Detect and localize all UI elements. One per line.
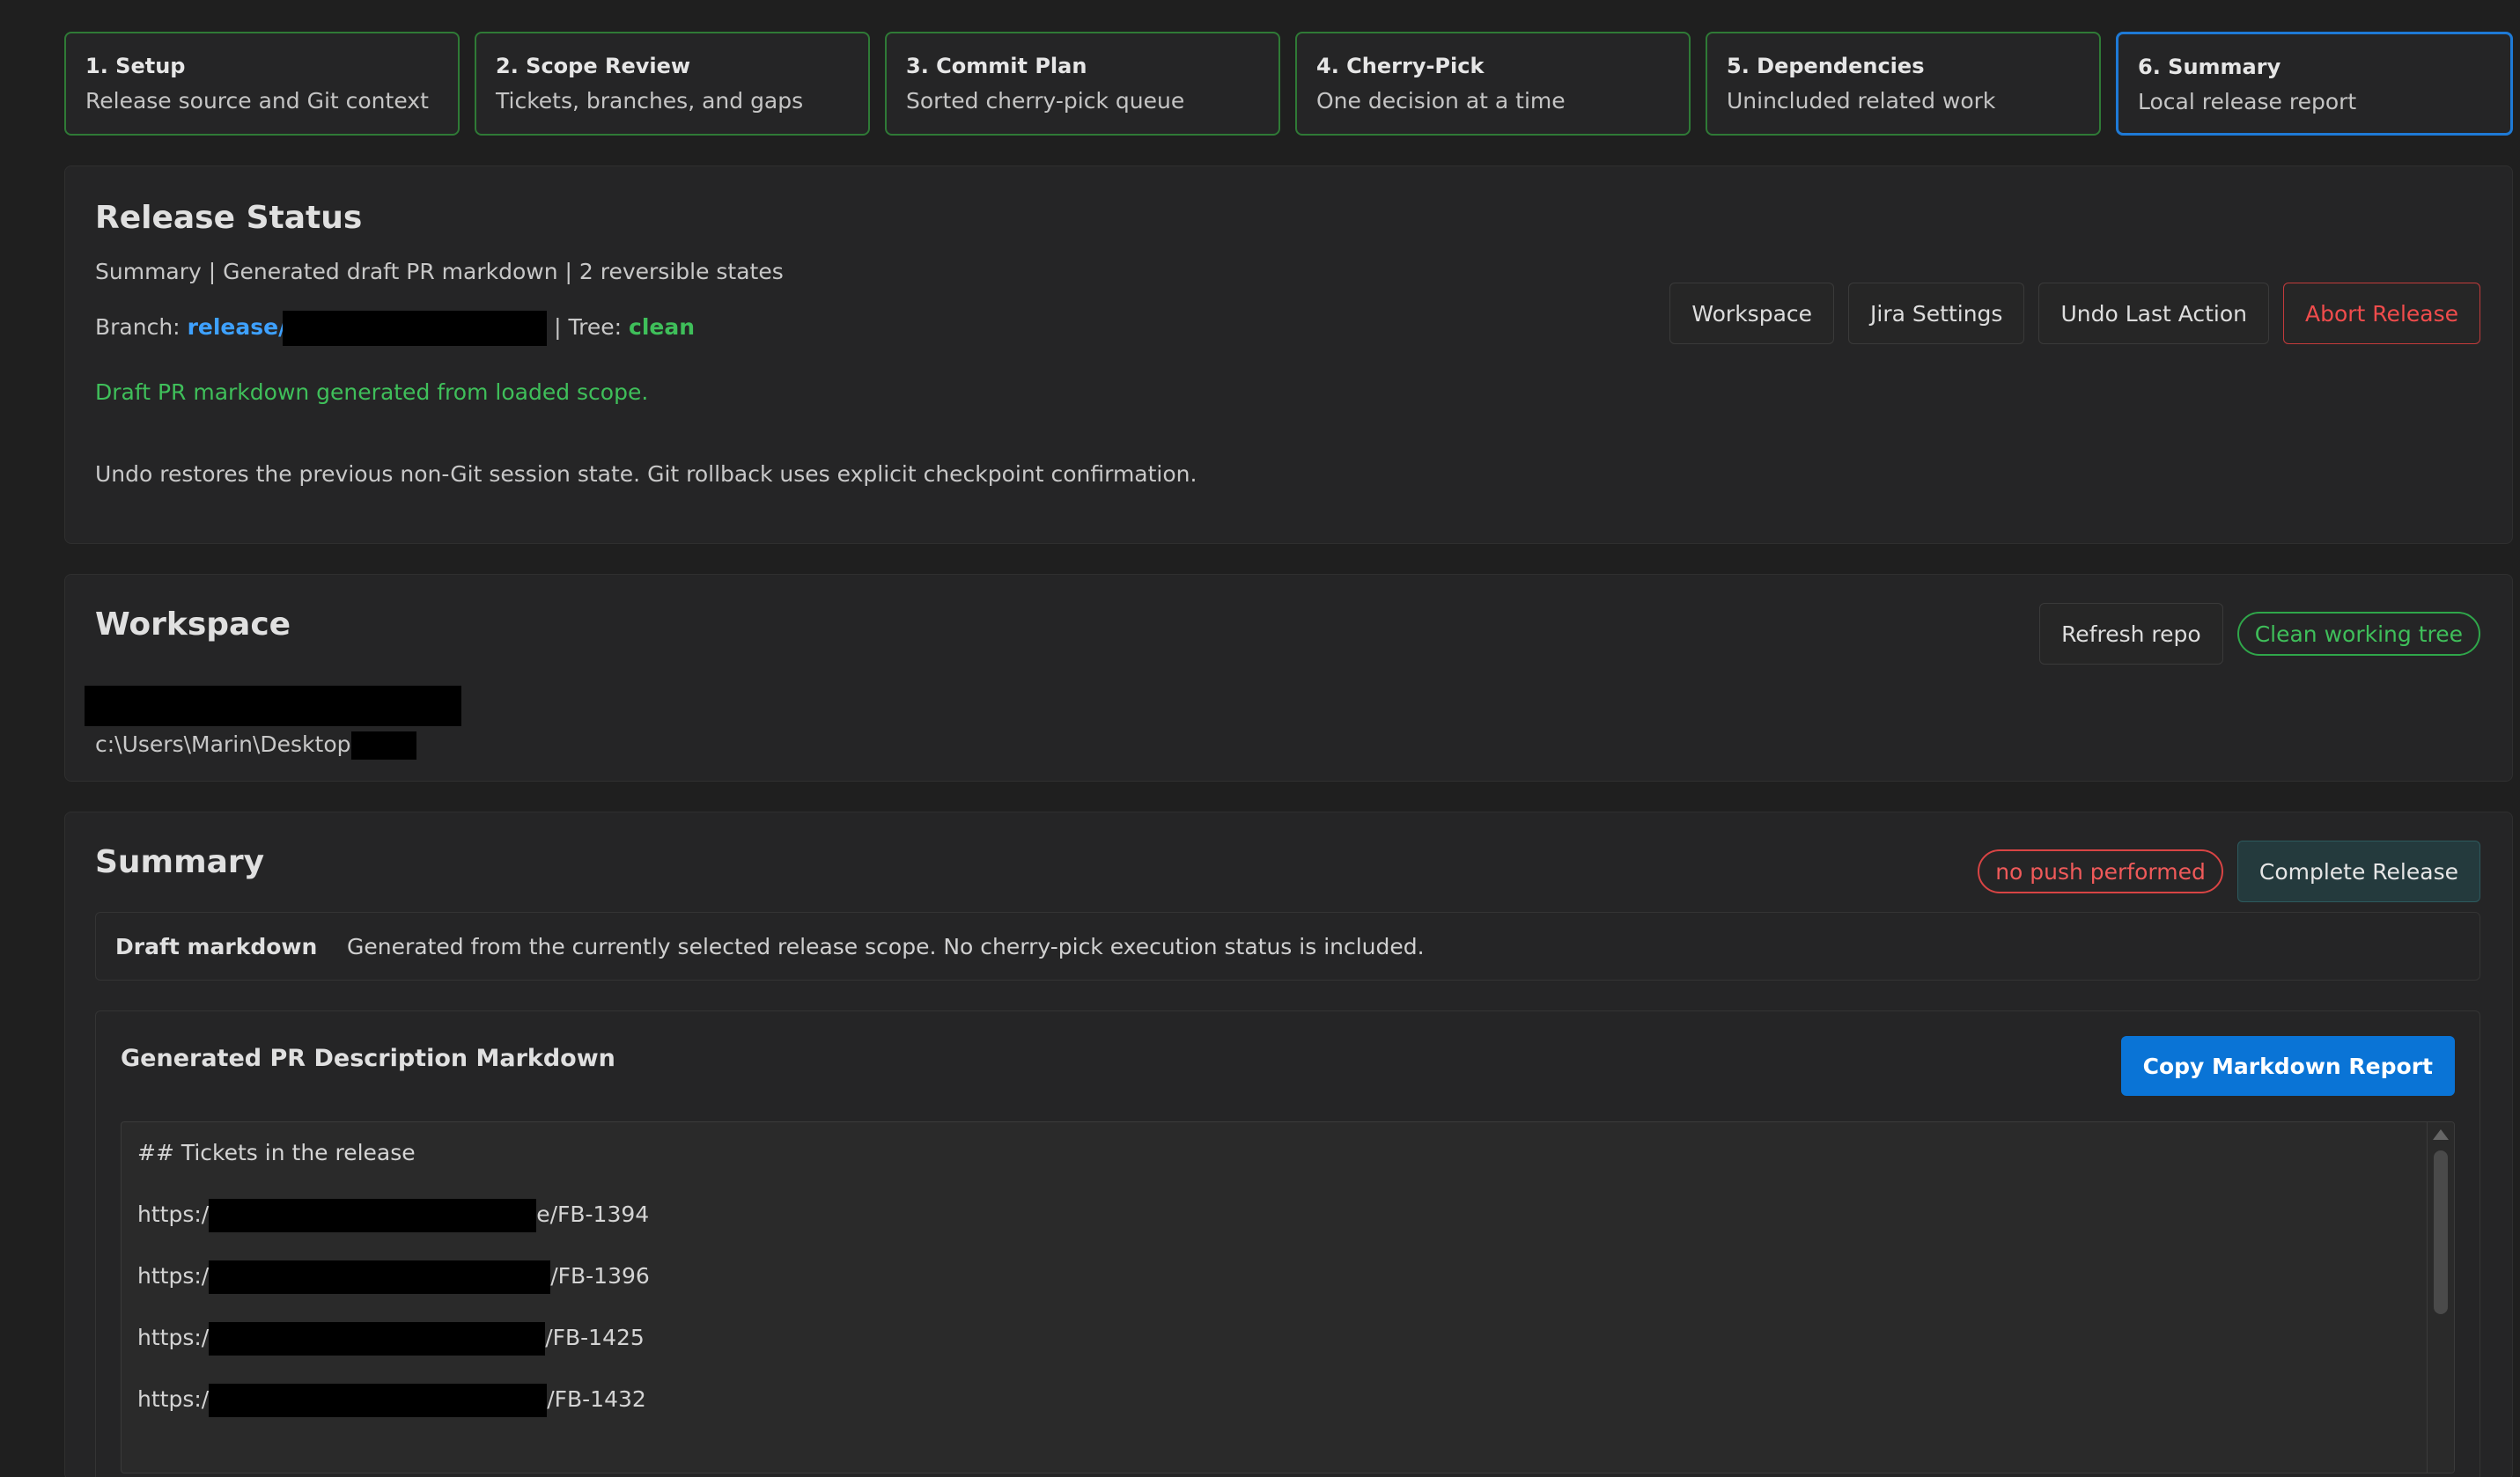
- editor-scrollbar[interactable]: [2427, 1122, 2454, 1473]
- release-status-panel: Release Status Summary | Generated draft…: [64, 165, 2513, 544]
- summary-actions: no push performed Complete Release: [1978, 841, 2480, 902]
- no-push-badge: no push performed: [1978, 849, 2223, 893]
- markdown-editor[interactable]: ## Tickets in the release https:/ e/FB-13…: [121, 1121, 2455, 1473]
- summary-panel: Summary no push performed Complete Relea…: [64, 812, 2513, 1477]
- ticket-link-prefix: https:/: [137, 1201, 210, 1227]
- step-title: 5. Dependencies: [1727, 54, 1925, 78]
- redacted-block: [350, 731, 416, 760]
- step-title: 1. Setup: [85, 54, 186, 78]
- draft-label: Draft markdown: [115, 933, 318, 959]
- workspace-panel: Workspace c:\Users\Marin\Desktop Refresh…: [64, 574, 2513, 782]
- step-dependencies[interactable]: 5. Dependencies Unincluded related work: [1706, 32, 2101, 136]
- workspace-button[interactable]: Workspace: [1669, 283, 1835, 344]
- step-subtitle: Unincluded related work: [1727, 88, 1996, 114]
- complete-release-button[interactable]: Complete Release: [2236, 841, 2480, 902]
- step-title: 4. Cherry-Pick: [1316, 54, 1485, 78]
- redacted-block: [209, 1322, 546, 1356]
- draft-description: Generated from the currently selected re…: [347, 933, 1425, 959]
- scrollbar-thumb[interactable]: [2434, 1150, 2448, 1314]
- ticket-link-suffix: /FB-1432: [547, 1386, 646, 1412]
- branch-name: release/: [187, 314, 287, 340]
- ticket-link-prefix: https:/: [137, 1386, 210, 1412]
- undo-note: Undo restores the previous non-Git sessi…: [95, 461, 1197, 487]
- clean-tree-badge: Clean working tree: [2236, 612, 2480, 656]
- workspace-actions: Refresh repo Clean working tree: [2039, 603, 2480, 665]
- step-subtitle: Sorted cherry-pick queue: [906, 88, 1185, 114]
- tree-status: clean: [629, 314, 696, 340]
- step-subtitle: Release source and Git context: [85, 88, 429, 114]
- refresh-repo-button[interactable]: Refresh repo: [2039, 603, 2223, 665]
- abort-release-button[interactable]: Abort Release: [2283, 283, 2480, 344]
- step-summary[interactable]: 6. Summary Local release report: [2116, 32, 2513, 136]
- ticket-link-line: https:/ /FB-1432: [137, 1369, 2454, 1430]
- step-subtitle: One decision at a time: [1316, 88, 1566, 114]
- copy-markdown-button[interactable]: Copy Markdown Report: [2120, 1036, 2455, 1096]
- markdown-heading-line: ## Tickets in the release: [137, 1122, 2454, 1184]
- step-cherry-pick[interactable]: 4. Cherry-Pick One decision at a time: [1295, 32, 1691, 136]
- wizard-steps: 1. Setup Release source and Git context …: [64, 32, 2513, 136]
- ticket-link-line: https:/ /FB-1425: [137, 1307, 2454, 1369]
- ticket-link-line: https:/ e/FB-1394: [137, 1184, 2454, 1246]
- step-title: 3. Commit Plan: [906, 54, 1087, 78]
- release-summary-line: Summary | Generated draft PR markdown | …: [95, 259, 784, 284]
- ticket-link-prefix: https:/: [137, 1325, 210, 1350]
- redacted-block: [209, 1384, 548, 1417]
- draft-info-row: Draft markdown Generated from the curren…: [95, 912, 2480, 981]
- step-commit-plan[interactable]: 3. Commit Plan Sorted cherry-pick queue: [885, 32, 1280, 136]
- redacted-block: [85, 686, 461, 726]
- workspace-path-text: c:\Users\Marin\Desktop: [95, 731, 351, 757]
- branch-label: Branch:: [95, 314, 181, 340]
- release-status-title: Release Status: [95, 200, 363, 236]
- step-setup[interactable]: 1. Setup Release source and Git context: [64, 32, 460, 136]
- jira-settings-button[interactable]: Jira Settings: [1848, 283, 2025, 344]
- step-title: 6. Summary: [2138, 55, 2281, 79]
- ticket-link-suffix: /FB-1396: [550, 1263, 650, 1289]
- status-actions: Workspace Jira Settings Undo Last Action…: [1669, 283, 2480, 344]
- release-app: 1. Setup Release source and Git context …: [0, 0, 2520, 1477]
- scroll-up-icon[interactable]: [2433, 1129, 2449, 1140]
- success-message: Draft PR markdown generated from loaded …: [95, 379, 649, 405]
- workspace-path: c:\Users\Marin\Desktop: [95, 731, 416, 760]
- markdown-heading: ## Tickets in the release: [137, 1140, 416, 1165]
- ticket-link-prefix: https:/: [137, 1263, 210, 1289]
- tree-label: | Tree:: [554, 314, 623, 340]
- markdown-title: Generated PR Description Markdown: [121, 1045, 615, 1072]
- step-scope-review[interactable]: 2. Scope Review Tickets, branches, and g…: [475, 32, 870, 136]
- undo-last-action-button[interactable]: Undo Last Action: [2038, 283, 2270, 344]
- step-title: 2. Scope Review: [496, 54, 691, 78]
- markdown-card: Generated PR Description Markdown Copy M…: [95, 1010, 2480, 1477]
- redacted-block: [283, 311, 548, 346]
- ticket-link-suffix: /FB-1425: [545, 1325, 645, 1350]
- redacted-block: [209, 1260, 551, 1294]
- ticket-link-suffix: e/FB-1394: [536, 1201, 650, 1227]
- step-subtitle: Local release report: [2138, 89, 2357, 114]
- redacted-block: [209, 1199, 537, 1232]
- ticket-link-line: https:/ /FB-1396: [137, 1246, 2454, 1307]
- step-subtitle: Tickets, branches, and gaps: [496, 88, 804, 114]
